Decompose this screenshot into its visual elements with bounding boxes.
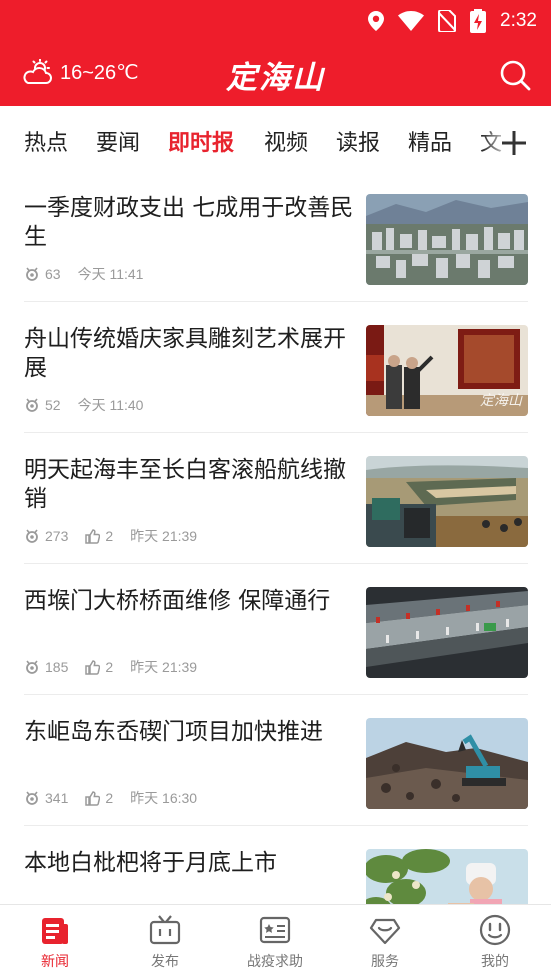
bottom-navigation: 新闻 发布 战疫求助 服务 我的 bbox=[0, 904, 551, 979]
news-item[interactable]: 本地白枇杷将于月底上市 bbox=[24, 827, 528, 904]
news-meta: 341 2 昨天 16:30 bbox=[24, 788, 214, 808]
publish-time: 昨天 21:39 bbox=[130, 528, 198, 544]
app-logo: 定海山 bbox=[226, 60, 325, 96]
news-title: 西堠门大桥桥面维修 保障通行 bbox=[24, 588, 331, 614]
publish-time: 昨天 16:30 bbox=[130, 790, 198, 806]
status-bar: 2:32 bbox=[0, 0, 551, 42]
heart-diamond-icon bbox=[369, 918, 401, 945]
like-count: 2 bbox=[105, 790, 114, 806]
views-icon bbox=[26, 660, 38, 674]
news-thumbnail bbox=[366, 587, 528, 678]
channel-tabs: 热点 要闻 即时报 视频 读报 精品 文 bbox=[0, 106, 551, 172]
tab-instant-news[interactable]: 即时报 bbox=[168, 125, 234, 157]
nav-services[interactable]: 服务 bbox=[330, 913, 440, 971]
battery-charging-icon bbox=[470, 9, 487, 33]
news-title: 一季度财政支出 七成用于改善民生 bbox=[24, 195, 354, 250]
views-icon bbox=[26, 398, 38, 412]
publish-time: 昨天 21:39 bbox=[130, 659, 198, 675]
no-sim-icon bbox=[438, 10, 457, 32]
view-count: 52 bbox=[45, 397, 61, 413]
news-title: 本地白枇杷将于月底上市 bbox=[24, 850, 277, 876]
nav-profile[interactable]: 我的 bbox=[440, 913, 550, 971]
nav-news[interactable]: 新闻 bbox=[0, 913, 110, 971]
status-time: 2:32 bbox=[500, 10, 537, 31]
news-item[interactable]: 明天起海丰至长白客滚船航线撤销 273 2 昨天 21:39 bbox=[24, 434, 528, 564]
news-feed: 一季度财政支出 七成用于改善民生 63 今天 11:41 舟山传统婚庆家具雕刻艺… bbox=[0, 172, 551, 904]
views-icon bbox=[26, 791, 38, 805]
news-meta: 63 今天 11:41 bbox=[24, 264, 160, 284]
tab-video[interactable]: 视频 bbox=[264, 125, 308, 157]
location-icon bbox=[368, 11, 385, 31]
news-item[interactable]: 东岠岛东岙碶门项目加快推进 341 2 昨天 16:30 bbox=[24, 696, 528, 826]
news-title: 东岠岛东岙碶门项目加快推进 bbox=[24, 719, 323, 745]
news-thumbnail: 定海山 bbox=[366, 325, 528, 416]
nav-label: 服务 bbox=[371, 954, 399, 970]
smiley-icon bbox=[479, 914, 511, 946]
news-title: 明天起海丰至长白客滚船航线撤销 bbox=[24, 457, 346, 512]
like-count: 2 bbox=[105, 659, 114, 675]
tab-newspaper[interactable]: 读报 bbox=[336, 125, 380, 157]
news-title: 舟山传统婚庆家具雕刻艺术展开展 bbox=[24, 326, 346, 381]
tab-hot[interactable]: 热点 bbox=[24, 125, 68, 157]
news-thumbnail bbox=[366, 456, 528, 547]
news-item[interactable]: 一季度财政支出 七成用于改善民生 63 今天 11:41 bbox=[24, 172, 528, 302]
views-icon bbox=[26, 529, 38, 543]
news-meta: 52 今天 11:40 bbox=[24, 395, 160, 415]
tab-headlines[interactable]: 要闻 bbox=[96, 125, 140, 157]
app-header: 16~26℃ 定海山 bbox=[0, 42, 551, 106]
views-icon bbox=[26, 267, 38, 281]
news-meta: 273 2 昨天 21:39 bbox=[24, 526, 214, 546]
news-thumbnail bbox=[366, 194, 528, 285]
thumbs-up-icon bbox=[85, 790, 101, 806]
news-thumbnail bbox=[366, 718, 528, 809]
tab-featured[interactable]: 精品 bbox=[408, 125, 452, 157]
nav-label: 发布 bbox=[151, 954, 179, 970]
thumbs-up-icon bbox=[85, 528, 101, 544]
news-item[interactable]: 西堠门大桥桥面维修 保障通行 185 2 昨天 21:39 bbox=[24, 565, 528, 695]
view-count: 63 bbox=[45, 266, 61, 282]
view-count: 273 bbox=[45, 528, 69, 544]
add-channel-icon[interactable] bbox=[501, 130, 527, 156]
id-card-icon bbox=[259, 916, 291, 944]
nav-label: 战疫求助 bbox=[247, 954, 303, 970]
news-icon bbox=[42, 918, 68, 944]
nav-epidemic-help[interactable]: 战疫求助 bbox=[220, 913, 330, 971]
news-meta: 185 2 昨天 21:39 bbox=[24, 657, 214, 677]
view-count: 341 bbox=[45, 790, 69, 806]
thumbs-up-icon bbox=[85, 659, 101, 675]
wifi-icon bbox=[398, 11, 425, 31]
publish-time: 今天 11:41 bbox=[77, 266, 144, 282]
nav-label: 我的 bbox=[481, 954, 509, 970]
thumbnail-watermark: 定海山 bbox=[480, 393, 522, 409]
search-icon[interactable] bbox=[499, 59, 531, 91]
nav-publish[interactable]: 发布 bbox=[110, 913, 220, 971]
news-item[interactable]: 舟山传统婚庆家具雕刻艺术展开展 52 今天 11:40 定海山 bbox=[24, 303, 528, 433]
like-count: 2 bbox=[105, 528, 114, 544]
nav-label: 新闻 bbox=[41, 954, 69, 970]
view-count: 185 bbox=[45, 659, 69, 675]
publish-time: 今天 11:40 bbox=[77, 397, 144, 413]
tv-icon bbox=[149, 915, 181, 945]
news-thumbnail bbox=[366, 849, 528, 904]
